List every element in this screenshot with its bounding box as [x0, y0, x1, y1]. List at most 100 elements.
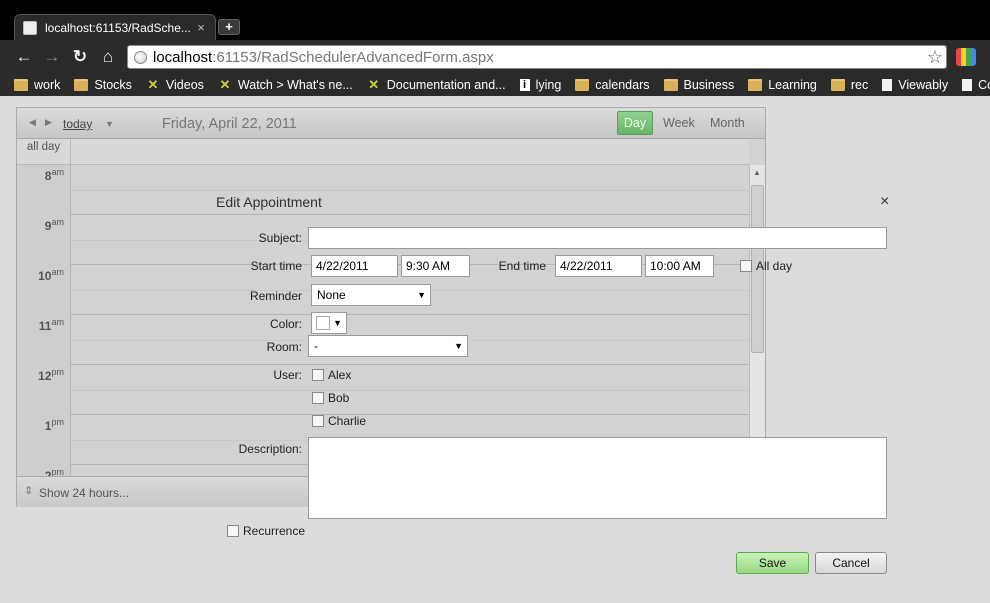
bookmark-item[interactable]: work: [14, 78, 60, 92]
folder-icon: [14, 79, 28, 91]
date-picker-caret-icon[interactable]: ▼: [105, 119, 114, 129]
hour-suffix: am: [51, 217, 64, 227]
back-arrow-icon[interactable]: ←: [14, 47, 34, 67]
folder-icon: [575, 79, 590, 91]
view-week-tab[interactable]: Week: [663, 116, 695, 130]
user-checkbox-alex[interactable]: [312, 369, 324, 381]
scheduler-scrollbar[interactable]: ▲: [749, 165, 765, 476]
bookmark-item[interactable]: i lying: [519, 78, 562, 92]
recurrence-label: Recurrence: [243, 524, 306, 538]
user-name-alex: Alex: [328, 368, 352, 382]
user-checkbox-charlie[interactable]: [312, 415, 324, 427]
half-hour-divider: [71, 190, 749, 191]
end-time-label: End time: [498, 259, 546, 273]
all-day-checkbox[interactable]: [740, 260, 752, 272]
bookmark-label: Learning: [768, 78, 817, 92]
url-path: :61153/RadSchedulerAdvancedForm.aspx: [212, 48, 494, 66]
bookmark-item[interactable]: ✕ Documentation and...: [367, 78, 506, 92]
bookmark-item[interactable]: Learning: [748, 78, 817, 92]
browser-tab[interactable]: localhost:61153/RadSche... ×: [14, 14, 216, 40]
room-select[interactable]: - ▼: [308, 335, 468, 357]
hour-suffix: pm: [51, 367, 64, 377]
time-grid[interactable]: 8am 9am 10am 11am 12pm 1pm 2pm: [17, 165, 749, 476]
bookmark-item[interactable]: Business: [663, 78, 734, 92]
home-icon[interactable]: ⌂: [98, 47, 118, 67]
tab-close-icon[interactable]: ×: [193, 20, 209, 35]
description-label: Description:: [238, 442, 302, 456]
user-checkbox-bob[interactable]: [312, 392, 324, 404]
save-button[interactable]: Save: [736, 552, 809, 574]
bookmark-item[interactable]: ✕ Videos: [146, 77, 204, 92]
page-favicon-icon: [23, 20, 37, 35]
forward-arrow-icon[interactable]: →: [42, 47, 62, 67]
start-date-input[interactable]: [311, 255, 398, 277]
bookmark-item[interactable]: calendars: [575, 78, 650, 92]
start-time-input[interactable]: [401, 255, 470, 277]
reminder-value: None: [317, 288, 346, 302]
all-day-row[interactable]: all day: [17, 139, 749, 165]
room-label: Room:: [266, 340, 302, 354]
chevron-down-icon: ▼: [333, 318, 342, 328]
show-24-hours-link[interactable]: Show 24 hours...: [39, 486, 129, 500]
hour-label: 8am: [17, 165, 71, 215]
hour-suffix: am: [51, 167, 64, 177]
form-title: Edit Appointment: [216, 194, 322, 210]
hour-suffix: pm: [51, 467, 64, 476]
color-picker[interactable]: ▼: [311, 312, 347, 334]
bookmark-label: Videos: [165, 78, 204, 92]
bookmark-item[interactable]: Collap: [962, 78, 990, 92]
cancel-button[interactable]: Cancel: [815, 552, 887, 574]
hour-label: 10am: [17, 265, 71, 315]
hour-number: 12: [38, 369, 52, 383]
subject-input[interactable]: [308, 227, 887, 249]
reload-icon[interactable]: ↻: [70, 47, 90, 67]
extension-icon[interactable]: [956, 48, 976, 66]
view-day-tab[interactable]: Day: [617, 111, 653, 135]
scroll-up-icon[interactable]: ▲: [753, 168, 761, 177]
all-day-label: all day: [17, 139, 71, 165]
end-time-input[interactable]: [645, 255, 714, 277]
folder-icon: [830, 79, 845, 91]
hour-number: 11: [38, 319, 52, 333]
reminder-label: Reminder: [249, 289, 302, 303]
next-day-icon[interactable]: ▶: [45, 117, 52, 128]
bookmark-item[interactable]: Stocks: [74, 78, 132, 92]
view-month-tab[interactable]: Month: [710, 116, 745, 130]
bookmark-label: work: [34, 78, 61, 92]
description-textarea[interactable]: [308, 437, 887, 519]
end-date-input[interactable]: [555, 255, 642, 277]
color-label: Color:: [269, 317, 302, 331]
bookmark-item[interactable]: Viewably: [882, 78, 948, 92]
bookmark-item[interactable]: ✕ Watch > What's ne...: [218, 78, 352, 92]
page-icon: [962, 79, 973, 91]
bookmark-star-icon[interactable]: ☆: [927, 47, 943, 68]
bookmark-item[interactable]: rec: [830, 78, 868, 92]
x-icon: ✕: [147, 77, 159, 92]
hour-row[interactable]: 12pm: [17, 365, 749, 415]
bookmark-label: Documentation and...: [386, 78, 506, 92]
subject-label: Subject:: [258, 231, 302, 245]
half-hour-divider: [71, 390, 749, 391]
recurrence-checkbox[interactable]: [227, 525, 239, 537]
prev-day-icon[interactable]: ◀: [29, 117, 36, 128]
chevron-down-icon: ▼: [454, 341, 463, 351]
bookmark-label: Viewably: [898, 78, 949, 92]
bookmark-label: Stocks: [94, 78, 132, 92]
hour-label: 12pm: [17, 365, 71, 415]
address-bar[interactable]: localhost:61153/RadSchedulerAdvancedForm…: [127, 45, 947, 69]
bookmark-label: Collap: [978, 78, 990, 92]
today-link[interactable]: today: [63, 117, 92, 131]
bookmark-label: lying: [535, 78, 562, 92]
reminder-select[interactable]: None ▼: [311, 284, 431, 306]
new-tab-button[interactable]: +: [218, 19, 240, 35]
folder-icon: [74, 79, 89, 91]
color-swatch: [316, 316, 330, 330]
tab-title: localhost:61153/RadSche...: [45, 20, 191, 35]
all-day-label: All day: [756, 259, 793, 273]
expand-hours-icon[interactable]: ⇕: [24, 484, 33, 497]
folder-icon: [748, 79, 763, 91]
close-icon[interactable]: ×: [880, 193, 889, 211]
url-host: localhost: [153, 48, 213, 66]
hour-number: 10: [38, 269, 52, 283]
hour-row[interactable]: 8am: [17, 165, 749, 215]
